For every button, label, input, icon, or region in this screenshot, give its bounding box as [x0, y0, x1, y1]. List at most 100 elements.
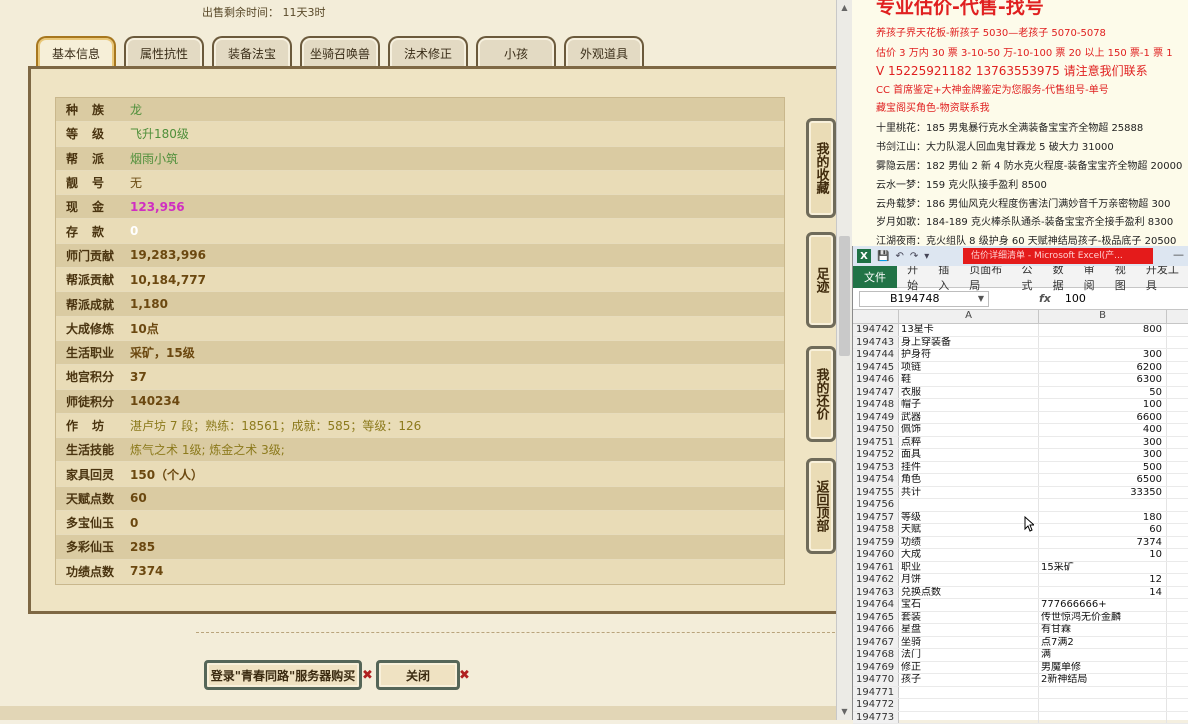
cell-b[interactable]: 400	[1039, 424, 1167, 436]
cell-a[interactable]: 星盘	[899, 624, 1039, 636]
vertical-scrollbar[interactable]: ▲ ▼	[836, 0, 852, 720]
side-button-2[interactable]: 我的还价	[806, 346, 836, 442]
cell-b[interactable]: 12	[1039, 574, 1167, 586]
row-header[interactable]: 194763	[853, 587, 899, 599]
cell-a[interactable]: 挂件	[899, 462, 1039, 474]
scroll-thumb[interactable]	[839, 236, 850, 356]
cell-a[interactable]: 法门	[899, 649, 1039, 661]
cell-a[interactable]	[899, 699, 1039, 711]
cell-b[interactable]	[1039, 337, 1167, 349]
tab-4[interactable]: 法术修正	[388, 36, 468, 68]
row-header[interactable]: 194773	[853, 712, 899, 724]
tab-1[interactable]: 属性抗性	[124, 36, 204, 68]
cell-b[interactable]: 180	[1039, 512, 1167, 524]
row-header[interactable]: 194744	[853, 349, 899, 361]
tab-2[interactable]: 装备法宝	[212, 36, 292, 68]
cell-b[interactable]	[1039, 712, 1167, 724]
tab-3[interactable]: 坐骑召唤兽	[300, 36, 380, 68]
cell-b[interactable]: 2新神结局	[1039, 674, 1167, 686]
row-header[interactable]: 194752	[853, 449, 899, 461]
cell-a[interactable]: 点粹	[899, 437, 1039, 449]
row-header[interactable]: 194772	[853, 699, 899, 711]
undo-icon[interactable]: ↶	[895, 251, 903, 262]
buy-button[interactable]: 登录"青春同路"服务器购买	[204, 660, 362, 690]
tab-5[interactable]: 小孩	[476, 36, 556, 68]
cell-a[interactable]: 佩饰	[899, 424, 1039, 436]
cell-b[interactable]	[1039, 699, 1167, 711]
row-header[interactable]: 194770	[853, 674, 899, 686]
customize-icon[interactable]: ▾	[924, 251, 929, 262]
row-header[interactable]: 194764	[853, 599, 899, 611]
cell-b[interactable]: 800	[1039, 324, 1167, 336]
side-button-1[interactable]: 足迹	[806, 232, 836, 328]
row-header[interactable]: 194758	[853, 524, 899, 536]
cell-a[interactable]	[899, 687, 1039, 699]
cell-b[interactable]: 7374	[1039, 537, 1167, 549]
row-header[interactable]: 194762	[853, 574, 899, 586]
row-header[interactable]: 194749	[853, 412, 899, 424]
cell-a[interactable]: 套装	[899, 612, 1039, 624]
cell-a[interactable]: 衣服	[899, 387, 1039, 399]
close-button[interactable]: 关闭	[376, 660, 460, 690]
cell-a[interactable]: 坐骑	[899, 637, 1039, 649]
cell-a[interactable]: 职业	[899, 562, 1039, 574]
row-header[interactable]: 194742	[853, 324, 899, 336]
row-header[interactable]: 194756	[853, 499, 899, 511]
cell-b[interactable]: 10	[1039, 549, 1167, 561]
row-header[interactable]: 194750	[853, 424, 899, 436]
row-header[interactable]: 194745	[853, 362, 899, 374]
cell-a[interactable]: 修正	[899, 662, 1039, 674]
cell-a[interactable]: 孩子	[899, 674, 1039, 686]
row-header[interactable]: 194748	[853, 399, 899, 411]
side-button-3[interactable]: 返回顶部	[806, 458, 836, 554]
row-header[interactable]: 194759	[853, 537, 899, 549]
tab-0[interactable]: 基本信息	[36, 36, 116, 68]
save-icon[interactable]: 💾	[877, 251, 889, 262]
cell-b[interactable]: 有甘霖	[1039, 624, 1167, 636]
column-header-b[interactable]: B	[1039, 310, 1167, 323]
fx-icon[interactable]: fx	[1039, 292, 1051, 305]
cell-a[interactable]: 项链	[899, 362, 1039, 374]
row-header[interactable]: 194769	[853, 662, 899, 674]
cell-a[interactable]: 月饼	[899, 574, 1039, 586]
row-header[interactable]: 194760	[853, 549, 899, 561]
cell-b[interactable]: 500	[1039, 462, 1167, 474]
row-header[interactable]: 194757	[853, 512, 899, 524]
cell-a[interactable]: 共计	[899, 487, 1039, 499]
cell-a[interactable]: 面具	[899, 449, 1039, 461]
cell-a[interactable]: 鞋	[899, 374, 1039, 386]
row-header[interactable]: 194767	[853, 637, 899, 649]
cell-b[interactable]	[1039, 499, 1167, 511]
cell-b[interactable]: 满	[1039, 649, 1167, 661]
row-header[interactable]: 194754	[853, 474, 899, 486]
select-all-corner[interactable]	[853, 310, 899, 323]
cell-a[interactable]: 等级	[899, 512, 1039, 524]
row-header[interactable]: 194755	[853, 487, 899, 499]
row-header[interactable]: 194768	[853, 649, 899, 661]
ribbon-tab-0[interactable]: 文件	[853, 266, 897, 288]
cell-a[interactable]: 角色	[899, 474, 1039, 486]
cell-b[interactable]: 6600	[1039, 412, 1167, 424]
cell-a[interactable]: 宝石	[899, 599, 1039, 611]
name-box[interactable]: B194748 ▼	[859, 291, 989, 307]
row-header[interactable]: 194761	[853, 562, 899, 574]
cell-b[interactable]: 6200	[1039, 362, 1167, 374]
scroll-down-icon[interactable]: ▼	[839, 706, 850, 717]
cell-b[interactable]: 6300	[1039, 374, 1167, 386]
row-header[interactable]: 194746	[853, 374, 899, 386]
cell-a[interactable]: 兑换点数	[899, 587, 1039, 599]
cell-a[interactable]	[899, 499, 1039, 511]
cell-b[interactable]: 15采矿	[1039, 562, 1167, 574]
cell-b[interactable]: 60	[1039, 524, 1167, 536]
minimize-icon[interactable]: —	[1173, 248, 1184, 261]
cell-b[interactable]: 777666666+	[1039, 599, 1167, 611]
cell-b[interactable]: 33350	[1039, 487, 1167, 499]
row-header[interactable]: 194743	[853, 337, 899, 349]
cell-a[interactable]: 武器	[899, 412, 1039, 424]
cell-a[interactable]: 护身符	[899, 349, 1039, 361]
side-button-0[interactable]: 我的收藏	[806, 118, 836, 218]
cell-a[interactable]: 帽子	[899, 399, 1039, 411]
cell-a[interactable]: 身上穿装备	[899, 337, 1039, 349]
cell-a[interactable]: 功绩	[899, 537, 1039, 549]
cell-b[interactable]: 男魔单修	[1039, 662, 1167, 674]
